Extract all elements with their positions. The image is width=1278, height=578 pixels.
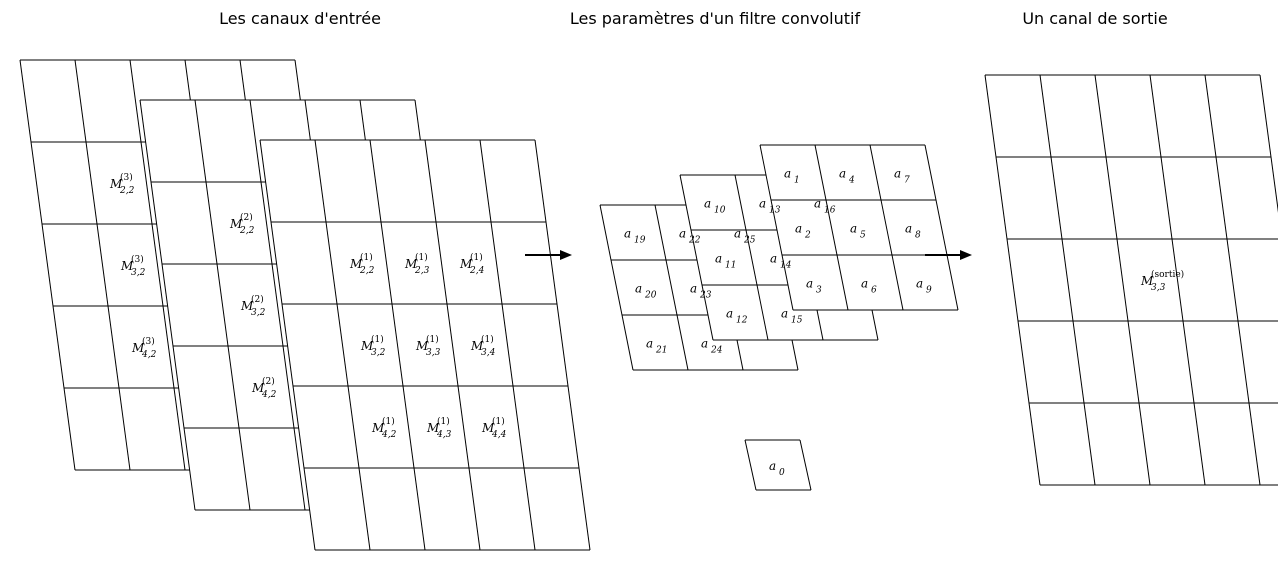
title-filter: Les paramètres d'un filtre convolutif [570,9,861,28]
output-channel: M3,3(sortie) [985,75,1278,485]
svg-text:2,2: 2,2 [239,226,255,236]
svg-text:a: a [770,252,777,266]
svg-text:3,3: 3,3 [426,348,441,358]
svg-text:(3): (3) [120,172,133,183]
svg-text:a: a [635,282,642,296]
svg-text:a: a [701,337,708,351]
title-output: Un canal de sortie [1022,9,1167,28]
svg-text:a: a [759,197,766,211]
svg-text:3,2: 3,2 [131,268,146,278]
svg-text:a: a [861,277,868,291]
svg-text:12: 12 [736,316,748,326]
svg-text:(1): (1) [492,416,505,427]
svg-text:22: 22 [688,236,701,246]
svg-text:3,2: 3,2 [371,348,386,358]
svg-text:2,2: 2,2 [359,266,375,276]
svg-text:7: 7 [904,176,910,186]
title-input: Les canaux d'entrée [219,9,381,28]
svg-text:4,4: 4,4 [491,430,507,440]
svg-text:16: 16 [824,206,836,216]
svg-text:a: a [624,227,631,241]
svg-text:2,2: 2,2 [119,186,135,196]
svg-text:a: a [734,227,741,241]
svg-text:a: a [839,167,846,181]
svg-text:2,4: 2,4 [469,266,485,276]
svg-text:(sortie): (sortie) [1151,269,1184,280]
filter-params: a19a20a21a22a23a24a25a10a11a12a13a14a15a… [600,145,958,370]
svg-text:(1): (1) [426,334,439,345]
svg-text:14: 14 [780,261,792,271]
svg-text:a: a [690,282,697,296]
svg-text:a: a [726,307,733,321]
svg-text:(2): (2) [251,294,264,305]
svg-text:3,3: 3,3 [1151,283,1166,293]
svg-text:4,2: 4,2 [141,350,157,360]
svg-text:10: 10 [714,206,726,216]
svg-text:a: a [704,197,711,211]
svg-text:(1): (1) [371,334,384,345]
svg-text:5: 5 [860,231,866,241]
svg-text:11: 11 [725,261,736,271]
bias-term: a0 [745,440,811,490]
svg-text:a: a [769,459,776,473]
svg-text:25: 25 [743,236,756,246]
svg-text:3: 3 [816,286,822,296]
svg-text:(1): (1) [481,334,494,345]
svg-text:(1): (1) [437,416,450,427]
svg-text:(1): (1) [415,252,428,263]
svg-text:2,3: 2,3 [414,266,430,276]
svg-text:(1): (1) [382,416,395,427]
svg-text:3,4: 3,4 [481,348,496,358]
svg-text:(3): (3) [131,254,144,265]
svg-text:a: a [814,197,821,211]
input-channels: M2,2(1)M2,3(1)M2,4(1)M3,2(1)M3,3(1)M3,4(… [20,60,590,550]
diagram-canvas: Les canaux d'entrée Les paramètres d'un … [0,0,1278,578]
svg-text:8: 8 [915,231,921,241]
svg-text:4,3: 4,3 [436,430,452,440]
svg-text:(2): (2) [262,376,275,387]
svg-text:20: 20 [644,291,657,301]
svg-text:1: 1 [794,176,800,186]
svg-text:a: a [784,167,791,181]
svg-text:23: 23 [699,291,712,301]
svg-text:13: 13 [769,206,781,216]
svg-text:21: 21 [655,346,667,356]
svg-text:4: 4 [848,176,855,186]
svg-text:9: 9 [926,286,932,296]
svg-text:a: a [715,252,722,266]
svg-text:a: a [894,167,901,181]
svg-text:a: a [679,227,686,241]
svg-text:(1): (1) [360,252,373,263]
svg-text:a: a [905,222,912,236]
svg-text:2: 2 [804,231,811,241]
svg-text:a: a [646,337,653,351]
svg-text:a: a [916,277,923,291]
svg-text:a: a [850,222,857,236]
svg-text:3,2: 3,2 [251,308,266,318]
svg-text:(1): (1) [470,252,483,263]
svg-text:(2): (2) [240,212,253,223]
svg-text:a: a [806,277,813,291]
svg-text:19: 19 [634,236,646,246]
svg-text:a: a [795,222,802,236]
svg-text:15: 15 [791,316,803,326]
svg-text:4,2: 4,2 [261,390,277,400]
svg-text:6: 6 [871,286,877,296]
svg-text:4,2: 4,2 [381,430,397,440]
svg-text:0: 0 [779,468,785,478]
svg-text:24: 24 [710,346,723,356]
svg-text:(3): (3) [142,336,155,347]
svg-text:a: a [781,307,788,321]
